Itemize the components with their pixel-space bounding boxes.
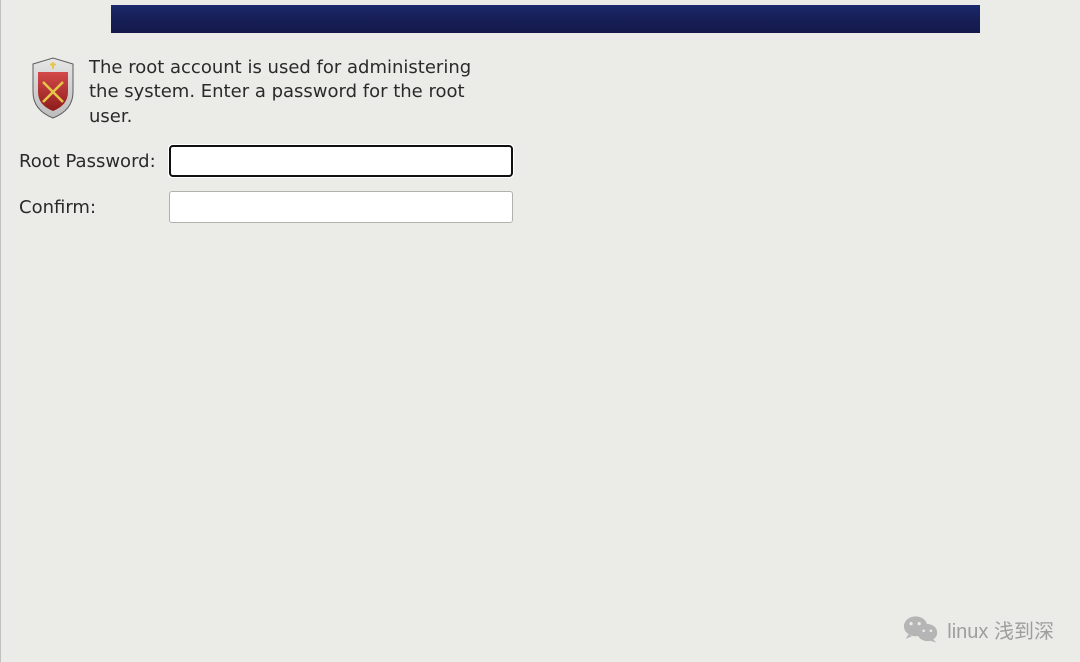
- watermark-text: linux 浅到深: [947, 615, 1054, 644]
- confirm-password-row: Confirm:: [19, 191, 513, 223]
- wechat-icon: [903, 614, 939, 644]
- header-banner: [111, 5, 980, 33]
- watermark: linux 浅到深: [903, 614, 1054, 644]
- root-password-form: Root Password: Confirm:: [19, 145, 513, 237]
- root-password-label: Root Password:: [19, 151, 169, 172]
- root-password-row: Root Password:: [19, 145, 513, 177]
- confirm-password-label: Confirm:: [19, 197, 169, 218]
- description-text: The root account is used for administeri…: [89, 56, 489, 129]
- root-password-input[interactable]: [169, 145, 513, 177]
- shield-password-icon: [29, 56, 77, 120]
- confirm-password-input[interactable]: [169, 191, 513, 223]
- description-row: The root account is used for administeri…: [29, 56, 489, 129]
